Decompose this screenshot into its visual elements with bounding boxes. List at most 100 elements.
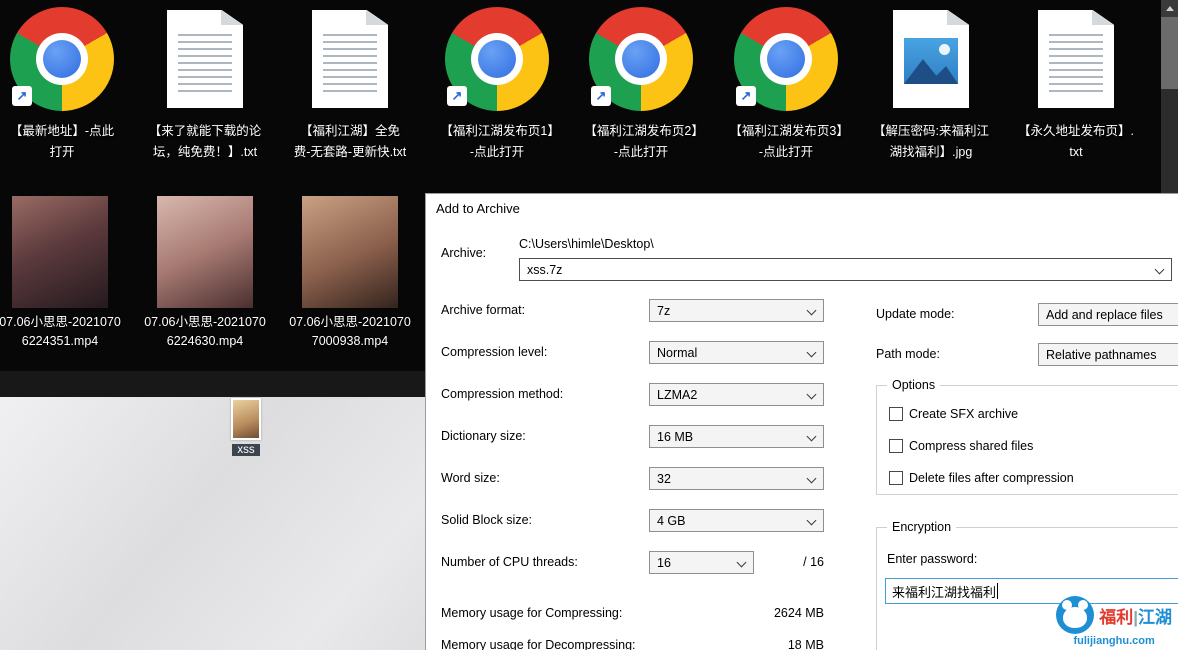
video-thumbnail xyxy=(12,196,108,308)
options-groupbox: Options Create SFX archive Compress shar… xyxy=(876,385,1178,495)
archive-format-combobox[interactable]: 7z xyxy=(649,299,824,322)
icon-label: 【福利江湖】全免费-无套路-更新快.txt xyxy=(292,121,408,163)
password-value: 来福利江湖找福利 xyxy=(892,582,996,601)
archive-format-label: Archive format: xyxy=(441,303,525,317)
create-sfx-row[interactable]: Create SFX archive xyxy=(889,407,1018,421)
brand-text: 福利|江湖 xyxy=(1099,603,1172,628)
chevron-down-icon xyxy=(807,432,817,442)
update-mode-label: Update mode: xyxy=(876,307,955,321)
memory-decompressing-label: Memory usage for Decompressing: xyxy=(441,638,636,650)
video-thumbnail xyxy=(302,196,398,308)
chevron-down-icon xyxy=(807,474,817,484)
word-size-combobox[interactable]: 32 xyxy=(649,467,824,490)
archive-name-value: xss.7z xyxy=(527,263,562,277)
shortcut-arrow-icon xyxy=(736,86,756,106)
text-caret xyxy=(997,583,998,599)
chevron-down-icon xyxy=(807,348,817,358)
desktop-icon-latest-address[interactable]: 【最新地址】-点此打开 xyxy=(0,4,127,163)
archive-path: C:\Users\himle\Desktop\ xyxy=(519,237,654,251)
compression-method-value: LZMA2 xyxy=(657,388,697,402)
brand-blue: 江湖 xyxy=(1138,608,1172,627)
scrollbar[interactable] xyxy=(1161,0,1178,193)
xss-label: xss xyxy=(232,444,259,456)
video-file-1[interactable]: 07.06小思思-20210706224351.mp4 xyxy=(0,196,125,351)
compression-level-combobox[interactable]: Normal xyxy=(649,341,824,364)
shortcut-arrow-icon xyxy=(12,86,32,106)
memory-compressing-label: Memory usage for Compressing: xyxy=(441,606,622,620)
desktop-icon-release-page-1[interactable]: 【福利江湖发布页1】-点此打开 xyxy=(432,4,562,163)
video-thumbnail xyxy=(157,196,253,308)
solid-block-size-value: 4 GB xyxy=(657,514,686,528)
compression-method-combobox[interactable]: LZMA2 xyxy=(649,383,824,406)
icon-label: 【解压密码:来福利江湖找福利】.jpg xyxy=(873,121,989,163)
scroll-up-button[interactable] xyxy=(1161,0,1178,17)
desktop-screen: 【最新地址】-点此打开 【来了就能下载的论坛，纯免费！】.txt 【福利江湖】全… xyxy=(0,0,1178,650)
brand-domain: fulijianghu.com xyxy=(1073,635,1154,647)
desktop-icon-forum-txt[interactable]: 【来了就能下载的论坛，纯免费！】.txt xyxy=(140,4,270,163)
text-file-icon xyxy=(167,10,243,108)
compression-method-label: Compression method: xyxy=(441,387,563,401)
update-mode-combobox[interactable]: Add and replace files xyxy=(1038,303,1178,326)
chevron-down-icon xyxy=(737,558,747,568)
create-sfx-checkbox[interactable] xyxy=(889,407,903,421)
path-mode-label: Path mode: xyxy=(876,347,940,361)
archive-name-combobox[interactable]: xss.7z xyxy=(519,258,1172,281)
delete-after-label: Delete files after compression xyxy=(909,471,1074,485)
enter-password-label: Enter password: xyxy=(887,552,977,566)
text-file-icon xyxy=(1038,10,1114,108)
add-to-archive-dialog: Add to Archive Archive: C:\Users\himle\D… xyxy=(425,193,1178,650)
icon-label: 【福利江湖发布页3】-点此打开 xyxy=(728,121,844,163)
cpu-threads-combobox[interactable]: 16 xyxy=(649,551,754,574)
archive-format-value: 7z xyxy=(657,304,670,318)
chevron-down-icon xyxy=(1155,265,1165,275)
cpu-threads-value: 16 xyxy=(657,556,671,570)
video-label: 07.06小思思-20210707000938.mp4 xyxy=(289,313,411,351)
compress-shared-label: Compress shared files xyxy=(909,439,1033,453)
chevron-down-icon xyxy=(807,516,817,526)
chevron-down-icon xyxy=(807,390,817,400)
compress-shared-row[interactable]: Compress shared files xyxy=(889,439,1033,453)
compression-level-label: Compression level: xyxy=(441,345,547,359)
desktop-item-xss[interactable]: xss xyxy=(220,398,272,458)
dictionary-size-label: Dictionary size: xyxy=(441,429,526,443)
path-mode-value: Relative pathnames xyxy=(1046,348,1156,362)
archive-label: Archive: xyxy=(441,246,486,260)
icon-label: 【永久地址发布页】.txt xyxy=(1018,121,1134,163)
cpu-threads-label: Number of CPU threads: xyxy=(441,555,578,569)
dictionary-size-combobox[interactable]: 16 MB xyxy=(649,425,824,448)
chevron-down-icon xyxy=(807,306,817,316)
desktop-background xyxy=(0,397,425,650)
desktop-icon-release-page-3[interactable]: 【福利江湖发布页3】-点此打开 xyxy=(721,4,851,163)
icon-label: 【最新地址】-点此打开 xyxy=(4,121,120,163)
delete-after-row[interactable]: Delete files after compression xyxy=(889,471,1074,485)
brand-red: 福利 xyxy=(1099,608,1133,627)
desktop-icon-permanent-address-txt[interactable]: 【永久地址发布页】.txt xyxy=(1011,4,1141,163)
site-watermark: 福利|江湖 fulijianghu.com xyxy=(1056,596,1172,647)
video-file-3[interactable]: 07.06小思思-20210707000938.mp4 xyxy=(285,196,415,351)
video-file-2[interactable]: 07.06小思思-20210706224630.mp4 xyxy=(140,196,270,351)
shortcut-arrow-icon xyxy=(447,86,467,106)
options-legend: Options xyxy=(887,378,940,392)
compress-shared-checkbox[interactable] xyxy=(889,439,903,453)
scrollbar-thumb[interactable] xyxy=(1161,17,1178,89)
desktop-icon-password-jpg[interactable]: 【解压密码:来福利江湖找福利】.jpg xyxy=(866,4,996,163)
dictionary-size-value: 16 MB xyxy=(657,430,693,444)
desktop-icon-release-page-2[interactable]: 【福利江湖发布页2】-点此打开 xyxy=(576,4,706,163)
encryption-legend: Encryption xyxy=(887,520,956,534)
icon-label: 【福利江湖发布页1】-点此打开 xyxy=(439,121,555,163)
path-mode-combobox[interactable]: Relative pathnames xyxy=(1038,343,1178,366)
solid-block-size-label: Solid Block size: xyxy=(441,513,532,527)
update-mode-value: Add and replace files xyxy=(1046,308,1163,322)
memory-decompressing-value: 18 MB xyxy=(676,638,824,650)
cpu-threads-max: / 16 xyxy=(756,555,824,569)
video-label: 07.06小思思-20210706224630.mp4 xyxy=(144,313,266,351)
shortcut-arrow-icon xyxy=(591,86,611,106)
solid-block-size-combobox[interactable]: 4 GB xyxy=(649,509,824,532)
desktop-icon-fulijianghu-txt[interactable]: 【福利江湖】全免费-无套路-更新快.txt xyxy=(285,4,415,163)
fulijianghu-logo-icon xyxy=(1056,596,1094,634)
icon-label: 【来了就能下载的论坛，纯免费！】.txt xyxy=(147,121,263,163)
text-file-icon xyxy=(312,10,388,108)
memory-compressing-value: 2624 MB xyxy=(676,606,824,620)
delete-after-checkbox[interactable] xyxy=(889,471,903,485)
compression-level-value: Normal xyxy=(657,346,697,360)
